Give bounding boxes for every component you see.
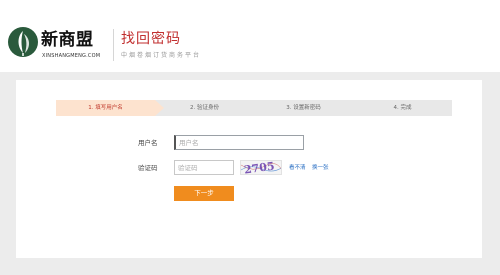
- step-3: 3. 设置新密码: [254, 100, 353, 116]
- refresh-captcha-link[interactable]: 换一张: [312, 161, 329, 175]
- username-input[interactable]: [174, 135, 304, 150]
- step-label: 2. 验证身份: [190, 105, 219, 111]
- captcha-noise: 2705: [241, 161, 281, 175]
- captcha-text: 2705: [243, 161, 275, 175]
- leaf-logo-icon: [8, 27, 38, 57]
- recovery-card: 1. 填写用户名 2. 验证身份 3. 设置新密码 4. 完成 用户名 验证码 …: [16, 80, 482, 258]
- step-label: 3. 设置新密码: [286, 105, 321, 111]
- step-4: 4. 完成: [353, 100, 452, 116]
- step-2: 2. 验证身份: [155, 100, 254, 116]
- next-step-button[interactable]: 下一步: [174, 186, 234, 201]
- progress-steps: 1. 填写用户名 2. 验证身份 3. 设置新密码 4. 完成: [56, 100, 452, 116]
- cant-see-link[interactable]: 看不清: [289, 161, 306, 175]
- header-divider: [113, 29, 114, 61]
- captcha-input[interactable]: [174, 160, 234, 175]
- step-1: 1. 填写用户名: [56, 100, 155, 116]
- site-header: 新商盟 XINSHANGMENG.COM 找回密码 中烟卷烟订货商务平台: [0, 0, 500, 72]
- step-arrow: [155, 100, 164, 116]
- step-label: 1. 填写用户名: [88, 105, 123, 111]
- step-arrow: [254, 100, 263, 116]
- captcha-image: 2705: [240, 160, 282, 175]
- brand-domain: XINSHANGMENG.COM: [42, 53, 101, 59]
- step-label: 4. 完成: [393, 105, 412, 111]
- step-arrow: [353, 100, 362, 116]
- username-label: 用户名: [138, 139, 158, 147]
- brand-name: 新商盟: [41, 30, 94, 50]
- captcha-label: 验证码: [138, 164, 158, 172]
- page-subtitle: 中烟卷烟订货商务平台: [121, 52, 202, 59]
- page-title: 找回密码: [121, 31, 181, 47]
